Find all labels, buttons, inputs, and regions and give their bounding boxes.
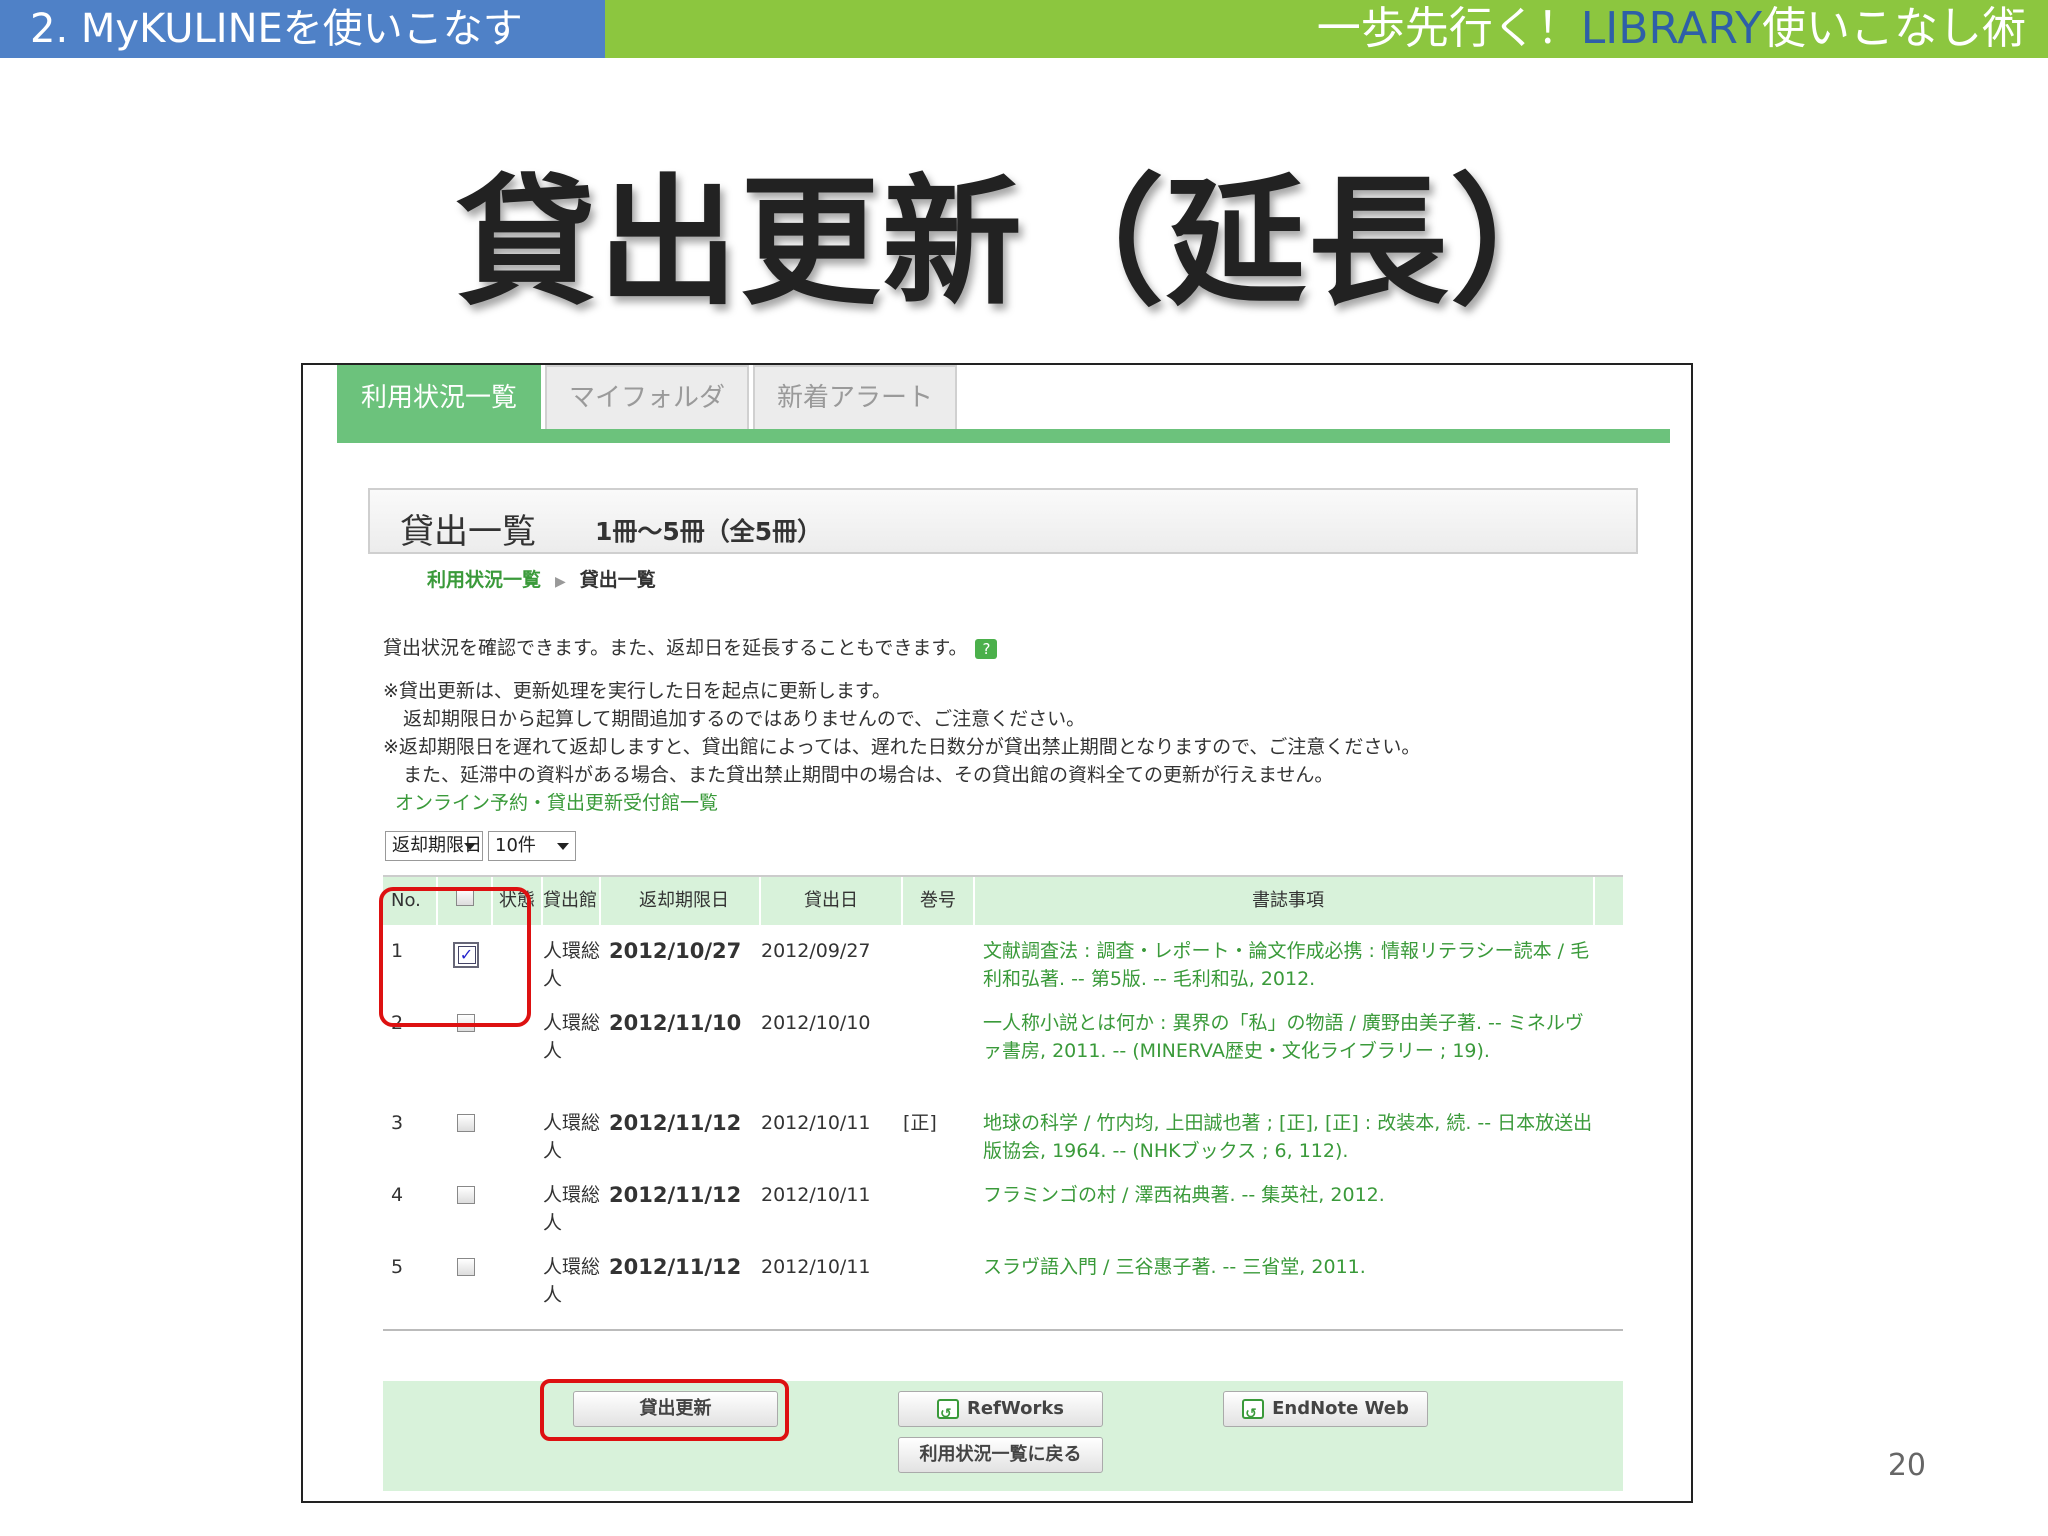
breadcrumb-current: 貸出一覧 [579, 569, 656, 591]
row-library: 人環総人 [543, 1012, 601, 1062]
sort-select[interactable]: 返却期限日 [385, 831, 483, 861]
row-library: 人環総人 [543, 1256, 601, 1306]
note-line: また、延滞中の資料がある場合、また貸出禁止期間中の場合は、その貸出館の資料全ての… [403, 764, 1334, 786]
endnote-button[interactable]: EndNote Web [1223, 1391, 1428, 1431]
row-due-date: 2012/11/12 [609, 1255, 742, 1279]
col-library: 貸出館 [543, 877, 601, 925]
row-no: 3 [391, 1112, 404, 1134]
row-bib-link[interactable]: 一人称小説とは何か : 異界の「私」の物語 / 廣野由美子著. -- ミネルヴァ… [975, 997, 1595, 1097]
table-row: 4 人環総人 2012/11/12 2012/10/11 フラミンゴの村 / 澤… [383, 1169, 1623, 1241]
list-header: 貸出一覧 1冊〜5冊（全5冊） [368, 488, 1638, 554]
table-row: 2 人環総人 2012/11/10 2012/10/10 一人称小説とは何か :… [383, 997, 1623, 1097]
breadcrumb: 利用状況一覧 ▶ 貸出一覧 [427, 565, 656, 592]
note-line: 返却期限日から起算して期間追加するのではありませんので、ご注意ください。 [403, 708, 1086, 730]
slide-title: 貸出更新（延長） [455, 162, 1592, 325]
list-controls: 返却期限日 10件 [385, 831, 581, 861]
row-checkbox[interactable] [456, 1186, 475, 1204]
row-volume [903, 997, 975, 1097]
row-library: 人環総人 [543, 940, 601, 990]
row-due-date: 2012/11/12 [609, 1111, 742, 1135]
loan-table: No. 状態 貸出館 返却期限日 貸出日 巻号 書誌事項 1 ✓ 人環総人 20… [383, 875, 1623, 1331]
row-due-date: 2012/11/12 [609, 1183, 742, 1207]
row-loan-date: 2012/10/11 [761, 1112, 871, 1134]
chevron-down-icon [464, 843, 476, 850]
row-loan-date: 2012/10/11 [761, 1256, 871, 1278]
renew-button-highlight [540, 1379, 789, 1441]
row-loan-date: 2012/10/10 [761, 1012, 871, 1034]
row-bib-link[interactable]: スラヴ語入門 / 三谷惠子著. -- 三省堂, 2011. [975, 1241, 1595, 1313]
row-status [493, 1097, 543, 1169]
row-checkbox-cell [438, 1169, 493, 1241]
row-library: 人環総人 [543, 1112, 601, 1162]
row-no: 5 [391, 1256, 404, 1278]
table-row: 1 ✓ 人環総人 2012/10/27 2012/09/27 文献調査法 : 調… [383, 925, 1623, 997]
tab-new-alert[interactable]: 新着アラート [753, 365, 958, 431]
row-volume: [正] [903, 1112, 937, 1134]
col-due-date: 返却期限日 [601, 877, 761, 925]
row-volume [903, 925, 975, 997]
row-library: 人環総人 [543, 1184, 601, 1234]
row-loan-date: 2012/09/27 [761, 940, 871, 962]
row-bib-link[interactable]: フラミンゴの村 / 澤西祐典著. -- 集英社, 2012. [975, 1169, 1595, 1241]
tab-usage-status[interactable]: 利用状況一覧 [337, 365, 542, 431]
count-select[interactable]: 10件 [488, 831, 576, 861]
row-status [493, 1241, 543, 1313]
screenshot-frame: 利用状況一覧 マイフォルダ 新着アラート 貸出一覧 1冊〜5冊（全5冊） 利用状… [301, 363, 1693, 1503]
row-loan-date: 2012/10/11 [761, 1184, 871, 1206]
row-checkbox[interactable] [456, 1114, 475, 1132]
note-line: ※貸出更新は、更新処理を実行した日を起点に更新します。 [383, 680, 892, 702]
breadcrumb-separator-icon: ▶ [555, 574, 566, 590]
list-title: 貸出一覧 [400, 512, 536, 552]
series-title: 一歩先行く！LIBRARY使いこなし術 [1316, 3, 2026, 54]
tab-my-folder[interactable]: マイフォルダ [545, 365, 750, 431]
tab-underline [337, 429, 1670, 443]
back-to-usage-button[interactable]: 利用状況一覧に戻る [898, 1437, 1103, 1473]
row-due-date: 2012/10/27 [609, 939, 742, 963]
section-label: 2. MyKULINEを使いこなす [0, 0, 605, 58]
col-volume: 巻号 [903, 877, 975, 925]
table-row: 5 人環総人 2012/11/12 2012/10/11 スラヴ語入門 / 三谷… [383, 1241, 1623, 1313]
notes: ※貸出更新は、更新処理を実行した日を起点に更新します。 返却期限日から起算して期… [383, 677, 1420, 817]
tab-bar: 利用状況一覧 マイフォルダ 新着アラート [337, 365, 961, 431]
breadcrumb-link[interactable]: 利用状況一覧 [427, 569, 541, 591]
renewal-library-list-link[interactable]: オンライン予約・貸出更新受付館一覧 [383, 789, 1420, 817]
checkbox-highlight [379, 887, 531, 1027]
header-bar: 2. MyKULINEを使いこなす 一歩先行く！LIBRARY使いこなし術 [0, 0, 2048, 58]
table-row: 3 人環総人 2012/11/12 2012/10/11 [正] 地球の科学 /… [383, 1097, 1623, 1169]
export-icon [936, 1397, 959, 1431]
col-bibliographic: 書誌事項 [975, 877, 1595, 925]
row-checkbox-cell [438, 1241, 493, 1313]
row-bib-link[interactable]: 文献調査法 : 調査・レポート・論文作成必携 : 情報リテラシー読本 / 毛利和… [975, 925, 1595, 997]
note-line: ※返却期限日を遅れて返却しますと、貸出館によっては、遅れた日数分が貸出禁止期間と… [383, 736, 1421, 758]
chevron-down-icon [557, 843, 569, 850]
refworks-button[interactable]: RefWorks [898, 1391, 1103, 1431]
row-checkbox[interactable] [456, 1258, 475, 1276]
help-icon[interactable]: ? [975, 638, 998, 659]
slide: 2. MyKULINEを使いこなす 一歩先行く！LIBRARY使いこなし術 貸出… [0, 0, 2048, 1536]
row-bib-link[interactable]: 地球の科学 / 竹内均, 上田誠也著 ; [正], [正] : 改装本, 続. … [975, 1097, 1595, 1169]
table-header: No. 状態 貸出館 返却期限日 貸出日 巻号 書誌事項 [383, 875, 1623, 925]
row-no: 4 [391, 1184, 404, 1206]
intro-text: 貸出状況を確認できます。また、返却日を延長することもできます。? [383, 633, 998, 660]
export-icon [1242, 1397, 1265, 1431]
row-volume [903, 1169, 975, 1241]
row-volume [903, 1241, 975, 1313]
row-checkbox-cell [438, 1097, 493, 1169]
list-count: 1冊〜5冊（全5冊） [595, 517, 823, 546]
row-status [493, 1169, 543, 1241]
page-number: 20 [1887, 1448, 1926, 1483]
table-divider [383, 1329, 1623, 1331]
row-due-date: 2012/11/10 [609, 1011, 742, 1035]
col-loan-date: 貸出日 [761, 877, 903, 925]
